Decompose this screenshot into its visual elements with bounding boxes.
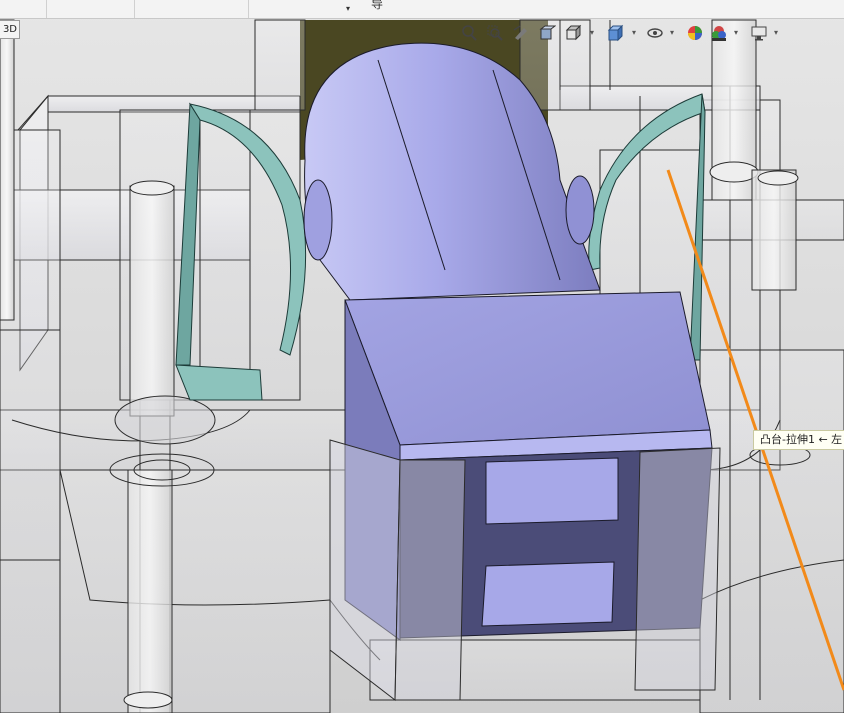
- view-orientation-icon[interactable]: [562, 22, 584, 44]
- view-orientation-caret-icon[interactable]: ▾: [590, 28, 594, 37]
- command-strip: ▾ 导: [0, 0, 844, 19]
- view-tab-3d[interactable]: 3D: [0, 20, 20, 39]
- section-view-icon[interactable]: [536, 22, 558, 44]
- strip-cell-3[interactable]: ▾: [134, 0, 350, 18]
- strip-cell-1[interactable]: [0, 0, 47, 18]
- zoom-to-fit-icon[interactable]: [458, 22, 480, 44]
- feature-tooltip: 凸台-拉伸1 ← 左: [753, 430, 844, 450]
- display-style-caret-icon[interactable]: ▾: [632, 28, 636, 37]
- strip-label[interactable]: 导: [371, 0, 383, 12]
- view-settings-icon[interactable]: [748, 22, 770, 44]
- hide-show-items-icon[interactable]: [644, 22, 666, 44]
- previous-view-icon[interactable]: [510, 22, 532, 44]
- display-style-icon[interactable]: [604, 22, 626, 44]
- hide-show-caret-icon[interactable]: ▾: [670, 28, 674, 37]
- zoom-to-area-icon[interactable]: [484, 22, 506, 44]
- model-scene[interactable]: [0, 0, 844, 713]
- apply-scene-icon[interactable]: [708, 22, 730, 44]
- apply-scene-caret-icon[interactable]: ▾: [734, 28, 738, 37]
- strip-cell-2[interactable]: [46, 0, 135, 18]
- graphics-area[interactable]: ▾ 导 3D ▾ ▾ ▾ ▾ ▾ 凸台-拉伸1 ← 左: [0, 0, 844, 713]
- dropdown-caret-icon[interactable]: ▾: [346, 2, 350, 16]
- edit-appearance-icon[interactable]: [684, 22, 706, 44]
- view-settings-caret-icon[interactable]: ▾: [774, 28, 778, 37]
